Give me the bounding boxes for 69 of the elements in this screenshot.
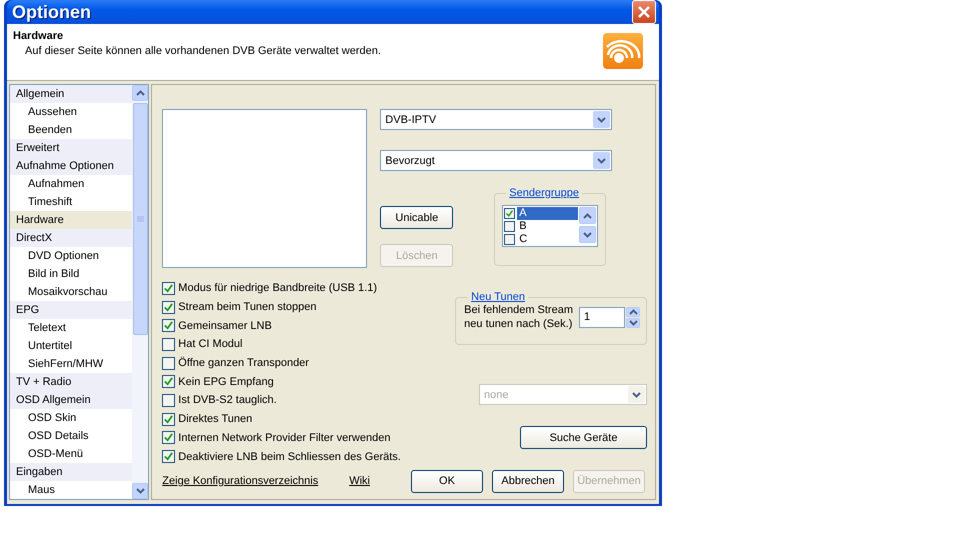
option-label: Gemeinsamer LNB [178, 320, 272, 332]
wiki-link[interactable]: Wiki [349, 475, 370, 487]
option-label: Direktes Tunen [178, 413, 252, 426]
caret-icon [597, 116, 606, 122]
tree-item[interactable]: Eingaben [10, 463, 132, 481]
tree-item[interactable]: DirectX [10, 229, 132, 247]
checkbox[interactable] [162, 450, 176, 464]
option-label: Kein EPG Empfang [178, 376, 274, 388]
list-item[interactable]: A [517, 207, 578, 220]
checkbox[interactable] [162, 282, 176, 295]
caret-icon [632, 392, 641, 398]
caret-up-icon [583, 212, 592, 218]
caret-icon [628, 320, 638, 326]
page-title: Hardware [13, 30, 64, 42]
grip-icon [136, 216, 144, 222]
config-folder-link[interactable]: Zeige Konfigurationsverzeichnis [162, 475, 318, 487]
list-item[interactable]: C [517, 233, 578, 246]
device-button[interactable]: Unicable [380, 206, 454, 229]
option-label: Öffne ganzen Transponder [178, 357, 309, 370]
tree-item[interactable]: Hardware [10, 211, 132, 229]
option-label: Deaktiviere LNB beim Schliessen des Geräts. [178, 450, 401, 463]
dialog-button[interactable]: OK [411, 470, 483, 492]
checkbox[interactable] [504, 208, 516, 219]
window-title: Optionen [12, 2, 91, 22]
scroll-down-button[interactable] [579, 226, 596, 243]
list-item[interactable]: B [517, 220, 578, 233]
signal-waves-icon [603, 33, 643, 69]
checkbox[interactable] [162, 338, 176, 351]
spin-up-button[interactable] [626, 306, 640, 316]
spin-down-button[interactable] [626, 318, 640, 328]
scroll-up-button[interactable] [579, 207, 596, 224]
tree-item[interactable]: EPG [10, 301, 132, 319]
tree-item[interactable]: OSD Allgemein [10, 391, 132, 409]
close-button[interactable] [632, 0, 656, 24]
tree-item[interactable]: TV + Radio [10, 373, 132, 391]
caret-icon [136, 488, 145, 494]
close-icon [637, 5, 651, 19]
device-list[interactable] [162, 109, 368, 268]
tree-item[interactable]: Aufnahme Optionen [10, 157, 132, 175]
group-legend: Neu Tunen [468, 291, 528, 303]
search-devices-button[interactable]: Suche Geräte [520, 426, 647, 449]
priority-dropdown[interactable]: Bevorzugt [380, 150, 612, 171]
caret-up-icon [136, 90, 145, 96]
checkbox[interactable] [504, 234, 516, 245]
page-description: Auf dieser Seite können alle vorhandenen DVB Geräte verwaltet werden. [25, 45, 381, 57]
seconds-field[interactable]: 1 [579, 306, 625, 328]
checkbox[interactable] [162, 375, 176, 388]
option-label: Hat CI Modul [178, 338, 242, 350]
checkbox[interactable] [162, 356, 176, 370]
scrollbar[interactable] [132, 85, 148, 499]
option-label: Modus für niedrige Bandbreite (USB 1.1) [178, 282, 378, 294]
device-type-dropdown[interactable]: DVB-IPTV [380, 109, 612, 130]
checkbox[interactable] [162, 300, 176, 314]
retune-label: Bei fehlendem Stream neu tunen nach (Sek.) [464, 303, 573, 331]
caret-icon [583, 232, 592, 238]
option-label: Internen Network Provider Filter verwenden [178, 432, 390, 444]
checkbox[interactable] [504, 221, 516, 232]
tree-item[interactable]: Allgemein [10, 85, 132, 103]
checkbox[interactable] [162, 431, 176, 444]
checkbox[interactable] [162, 319, 176, 332]
tree-item[interactable]: Erweitert [10, 139, 132, 157]
checkbox[interactable] [162, 412, 176, 426]
option-label: Ist DVB-S2 tauglich. [178, 394, 277, 406]
checkbox[interactable] [162, 394, 176, 407]
caret-icon [597, 158, 606, 164]
caret-up-icon [628, 308, 638, 314]
option-label: Stream beim Tunen stoppen [178, 301, 316, 314]
group-legend: Sendergruppe [506, 187, 582, 199]
dialog-button[interactable]: Abbrechen [492, 470, 564, 492]
